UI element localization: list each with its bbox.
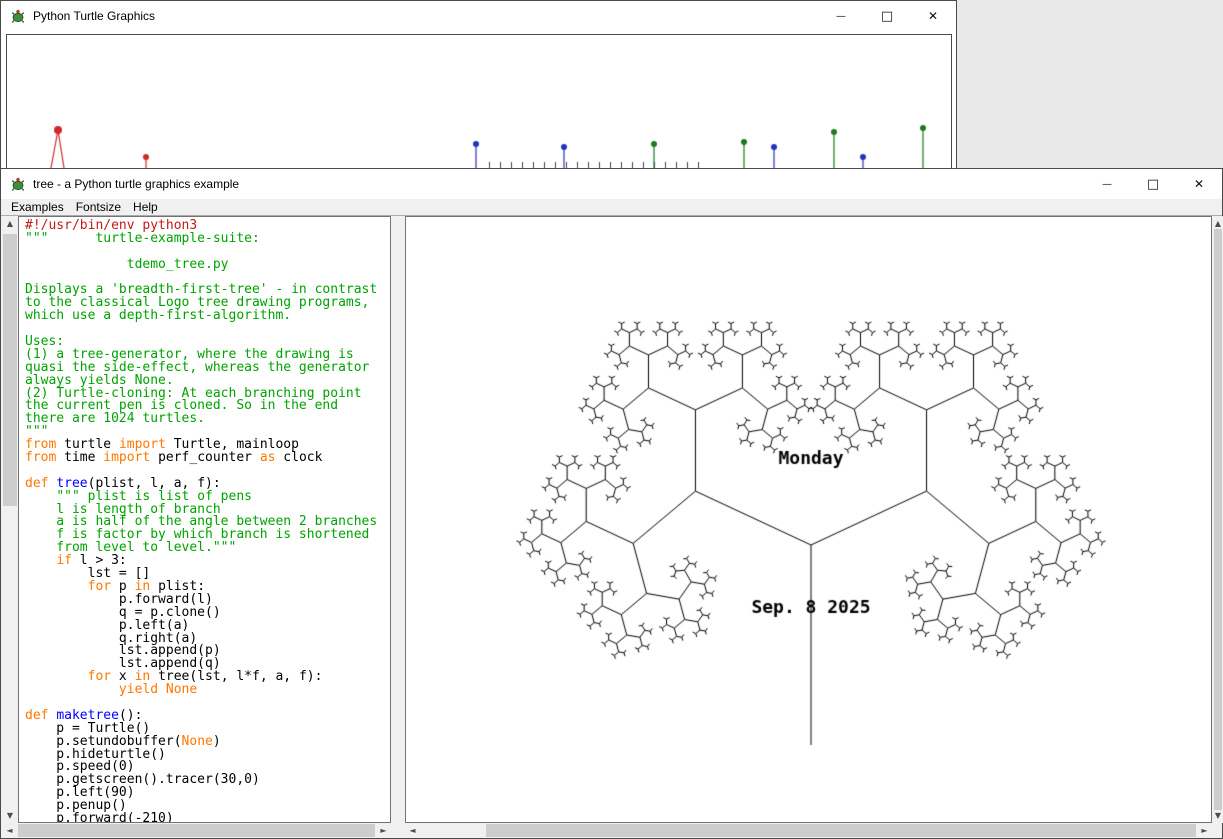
canvas-vscrollbar[interactable]: ▲ ▼ xyxy=(1213,216,1223,823)
turtle-icon xyxy=(10,8,26,24)
code-vscrollbar[interactable]: ▲ ▼ xyxy=(2,216,18,823)
window-title: Python Turtle Graphics xyxy=(33,9,155,23)
scroll-right-icon[interactable]: ► xyxy=(376,823,391,838)
graphics-canvas xyxy=(406,217,1211,822)
close-button[interactable]: ✕ xyxy=(1176,169,1222,199)
menu-examples[interactable]: Examples xyxy=(5,200,70,214)
scroll-down-icon[interactable]: ▼ xyxy=(1213,808,1223,823)
scroll-up-icon[interactable]: ▲ xyxy=(2,216,18,231)
turtle-figures-drawing xyxy=(7,35,951,169)
window-controls: — □ ✕ xyxy=(1084,169,1222,199)
pane-divider[interactable] xyxy=(391,216,405,823)
canvas-hscrollbar-thumb[interactable] xyxy=(486,824,1196,837)
turtle-icon xyxy=(10,176,26,192)
window-title: tree - a Python turtle graphics example xyxy=(33,177,239,191)
minimize-button[interactable]: — xyxy=(1084,169,1130,199)
canvas-vscrollbar-thumb[interactable] xyxy=(1214,229,1222,810)
menu-help[interactable]: Help xyxy=(127,200,164,214)
close-button[interactable]: ✕ xyxy=(910,1,956,31)
scroll-right-icon[interactable]: ► xyxy=(1197,823,1212,838)
minimize-button[interactable]: — xyxy=(818,1,864,31)
turtledemo-titlebar[interactable]: tree - a Python turtle graphics example … xyxy=(1,169,1222,199)
menubar: Examples Fontsize Help xyxy=(1,199,1222,216)
scroll-down-icon[interactable]: ▼ xyxy=(2,808,18,823)
maximize-button[interactable]: □ xyxy=(864,1,910,31)
code-hscrollbar[interactable]: ◄ ► xyxy=(2,823,391,838)
turtledemo-window: tree - a Python turtle graphics example … xyxy=(0,168,1223,839)
window-controls: — □ ✕ xyxy=(818,1,956,31)
code-vscrollbar-thumb[interactable] xyxy=(3,234,17,506)
code-text: #!/usr/bin/env python3""" turtle-example… xyxy=(19,217,390,823)
menu-fontsize[interactable]: Fontsize xyxy=(70,200,127,214)
code-pane[interactable]: #!/usr/bin/env python3""" turtle-example… xyxy=(18,216,391,823)
code-hscrollbar-thumb[interactable] xyxy=(18,824,375,837)
maximize-button[interactable]: □ xyxy=(1130,169,1176,199)
turtle-graphics-titlebar[interactable]: Python Turtle Graphics — □ ✕ xyxy=(1,1,956,31)
scroll-left-icon[interactable]: ◄ xyxy=(405,823,420,838)
scroll-left-icon[interactable]: ◄ xyxy=(2,823,17,838)
desktop: Python Turtle Graphics — □ ✕ xyxy=(0,0,1223,839)
turtle-graphics-canvas[interactable] xyxy=(6,34,952,169)
turtle-graphics-window: Python Turtle Graphics — □ ✕ xyxy=(0,0,957,168)
graphics-pane[interactable] xyxy=(405,216,1212,823)
canvas-hscrollbar[interactable]: ◄ ► xyxy=(405,823,1212,838)
